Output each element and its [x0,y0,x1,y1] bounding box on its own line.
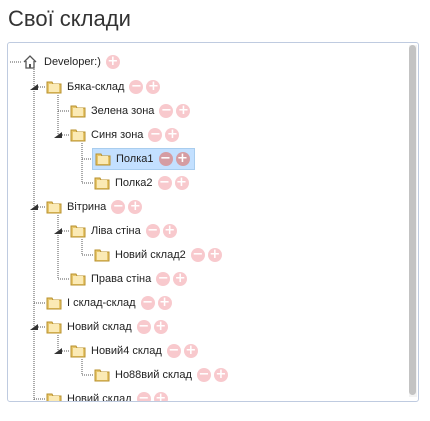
tree-node[interactable]: Новий склад − + [46,389,168,402]
add-button[interactable]: + [174,176,189,190]
tree-node[interactable]: Но88вий склад − + [94,365,228,385]
tree-node-label: Новий склад2 [115,249,186,261]
folder-icon [46,81,62,94]
add-button[interactable]: + [146,80,161,94]
add-button[interactable]: + [213,368,228,382]
tree-node-label: Полка2 [115,177,153,189]
remove-button[interactable]: − [129,80,144,94]
remove-button[interactable]: − [166,344,181,358]
add-button[interactable]: + [153,320,168,334]
remove-button[interactable]: − [148,128,163,142]
add-button[interactable]: + [176,104,191,118]
add-button[interactable]: + [175,152,190,166]
folder-icon [46,201,62,214]
remove-button[interactable]: − [158,152,173,166]
tree-node[interactable]: І склад-склад − + [46,293,172,313]
folder-icon [94,177,110,190]
tree-node-label: Новий4 склад [91,345,162,357]
tree-node-label: І склад-склад [67,297,136,309]
folder-icon [94,369,110,382]
add-button[interactable]: + [162,224,177,238]
tree-node[interactable]: Права стіна − + [70,269,188,289]
tree-node-label: Синя зона [91,129,144,141]
tree-node[interactable]: Зелена зона − + [70,101,191,121]
tree-node-label: Бяка-склад [67,81,125,93]
folder-icon [70,129,86,142]
tree-node[interactable]: Ліва стіна − + [70,221,177,241]
tree-node[interactable]: Вітрина − + [46,197,143,217]
warehouse-tree-panel[interactable]: Developer:) + Бяка-склад − + Зелена зона… [7,42,419,402]
remove-button[interactable]: − [136,392,151,401]
selected-highlight: Полка1 − + [92,148,195,170]
tree-node-label: Права стіна [91,273,152,285]
scrollbar-thumb[interactable] [409,45,416,395]
tree-node[interactable]: Полка2 − + [94,173,189,193]
folder-icon [46,297,62,310]
tree-node-label: Вітрина [67,201,107,213]
remove-button[interactable]: − [145,224,160,238]
add-button[interactable]: + [165,128,180,142]
tree-node-label: Но88вий склад [115,369,192,381]
tree-node-label: Новий склад [67,393,132,402]
add-button[interactable]: + [157,296,172,310]
tree-node[interactable]: Синя зона − + [70,125,180,145]
expand-arrow-icon [54,348,62,354]
folder-icon [46,321,62,334]
tree-node[interactable]: Новий склад2 − + [94,245,222,265]
expand-arrow-icon [54,132,62,138]
tree-node-label: Ліва стіна [91,225,141,237]
remove-button[interactable]: − [136,320,151,334]
folder-icon [46,393,62,401]
folder-icon [70,273,86,286]
vertical-scrollbar[interactable] [409,45,417,397]
expand-arrow-icon [30,84,38,90]
expand-arrow-icon [54,228,62,234]
tree-node[interactable]: Бяка-склад − + [46,77,161,97]
add-button[interactable]: + [173,272,188,286]
add-button[interactable]: + [183,344,198,358]
tree-node[interactable]: Новий склад − + [46,317,168,337]
remove-button[interactable]: − [196,368,211,382]
tree-root-label: Developer:) [44,56,101,68]
remove-button[interactable]: − [156,272,171,286]
add-button[interactable]: + [128,200,143,214]
remove-button[interactable]: − [157,176,172,190]
remove-button[interactable]: − [159,104,174,118]
remove-button[interactable]: − [190,248,205,262]
add-button[interactable]: + [105,55,120,69]
tree-node[interactable]: Новий4 склад − + [70,341,198,361]
page-title: Свої склади [8,6,131,31]
remove-button[interactable]: − [111,200,126,214]
expand-arrow-icon [30,324,38,330]
remove-button[interactable]: − [140,296,155,310]
folder-icon [95,153,111,166]
folder-icon [70,225,86,238]
add-button[interactable]: + [207,248,222,262]
folder-icon [94,249,110,262]
home-icon [23,55,37,69]
folder-icon [70,345,86,358]
tree-node-label: Новий склад [67,321,132,333]
tree-node-label: Полка1 [116,153,154,165]
tree-node-label: Зелена зона [91,105,155,117]
tree-node-selected[interactable]: Полка1 − + [92,147,195,171]
expand-arrow-icon [30,204,38,210]
tree-root[interactable]: Developer:) + [22,52,120,72]
folder-icon [70,105,86,118]
add-button[interactable]: + [153,392,168,401]
